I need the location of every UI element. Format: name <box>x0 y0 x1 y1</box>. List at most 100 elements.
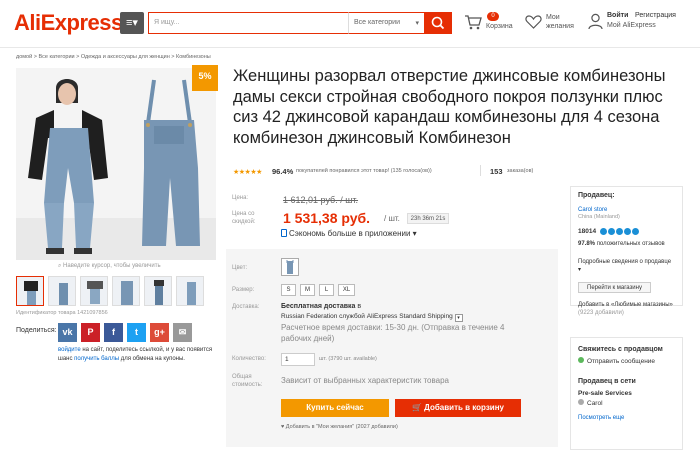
discount-price-label: Цена со скидкой: <box>232 211 256 225</box>
size-option-xl[interactable]: XL <box>338 284 355 296</box>
discount-price: 1 531,38 руб. <box>283 210 371 226</box>
points-promo-link[interactable]: получить баллы <box>74 356 119 362</box>
product-id: Идентификатор товара 1421097856 <box>16 310 108 316</box>
positive-text: положительных отзывов <box>596 241 665 247</box>
product-main-image[interactable] <box>16 68 216 260</box>
seller-medals <box>600 228 639 235</box>
heart-icon[interactable] <box>525 14 542 34</box>
aliexpress-logo[interactable]: AliExpress <box>14 10 123 36</box>
medal-icon <box>616 228 623 235</box>
seller-score: 18014 <box>578 228 597 235</box>
thumbnail[interactable] <box>80 276 108 306</box>
app-savings-text: Сэкономь больше в приложении ▾ <box>289 229 417 238</box>
favorite-store-text: Добавить в «Любимые магазины» <box>578 302 673 308</box>
phone-icon <box>281 229 287 237</box>
quantity-available: шт. (3790 шт. available) <box>319 356 377 362</box>
send-message-link[interactable]: Отправить сообщение <box>578 357 655 365</box>
category-select-value: Все категории <box>354 19 400 26</box>
size-option-m[interactable]: M <box>300 284 315 296</box>
favorite-store-link[interactable]: Добавить в «Любимые магазины» (9223 доба… <box>578 301 678 317</box>
thumbnail[interactable] <box>48 276 76 306</box>
price-label: Цена: <box>232 195 249 201</box>
size-selector: S M L XL <box>281 284 355 296</box>
cart-link[interactable]: Корзина <box>486 23 513 30</box>
category-select[interactable]: Все категории ▾ <box>348 12 424 34</box>
facebook-share-button[interactable]: f <box>104 323 123 342</box>
goto-store-button[interactable]: Перейти к магазину <box>578 282 651 293</box>
agent-name: Carol <box>587 400 603 407</box>
my-aliexpress-link[interactable]: Мой AliExpress <box>607 22 656 29</box>
online-status-icon <box>578 357 584 363</box>
positive-percent: 97.8% <box>578 241 596 247</box>
category-menu-button[interactable]: ≡▾ <box>120 12 144 34</box>
add-to-wishlist-text: Добавить в "Мои желания" (2027 добавили) <box>285 424 398 430</box>
agent-link[interactable]: Carol <box>578 399 603 407</box>
countdown-timer: 23h 36m 21s <box>407 213 449 224</box>
free-shipping-tail: в <box>355 303 362 310</box>
twitter-share-button[interactable]: t <box>127 323 146 342</box>
google-plus-share-button[interactable]: g+ <box>150 323 169 342</box>
buy-now-button[interactable]: Купить сейчас <box>281 399 389 417</box>
login-promo-link[interactable]: войдите <box>58 347 81 353</box>
wishlist-link[interactable]: Мои желания <box>546 13 586 31</box>
color-swatch[interactable] <box>281 258 299 276</box>
add-to-cart-button[interactable]: 🛒 Добавить в корзину <box>395 399 521 417</box>
favorite-store-count: (9223 добавили) <box>578 310 624 316</box>
quantity-label: Количество: <box>232 356 266 362</box>
search-button[interactable] <box>424 12 452 34</box>
thumbnail[interactable] <box>144 276 172 306</box>
delivery-time: Расчетное время доставки: 15-30 дн. (Отп… <box>281 323 505 343</box>
pinterest-share-button[interactable]: P <box>81 323 100 342</box>
register-link[interactable]: Регистрация <box>635 12 676 19</box>
chevron-down-icon[interactable]: ▾ <box>454 314 463 322</box>
quantity-input[interactable]: 1 <box>281 353 315 366</box>
seller-details-toggle[interactable]: Подробные сведения о продавце ▾ <box>578 258 673 274</box>
orders-count: 153 <box>490 167 503 176</box>
thumbnail[interactable] <box>16 276 44 306</box>
thumbnail[interactable] <box>112 276 140 306</box>
share-promo-text: войдите на сайт, поделитесь ссылкой, и у… <box>58 346 218 364</box>
user-icon[interactable] <box>588 13 603 35</box>
rating-text[interactable]: покупателей понравился этот товар! (135 … <box>296 168 432 174</box>
total-value: Зависит от выбранных характеристик товар… <box>281 376 449 385</box>
zoom-hint: ⌕ Наведите курсор, чтобы увеличить <box>58 263 161 270</box>
share-buttons: vk P f t g+ ✉ <box>58 323 192 342</box>
app-savings-link[interactable]: Сэкономь больше в приложении ▾ <box>281 229 417 238</box>
cart-icon[interactable] <box>464 14 482 30</box>
thumbnail-strip <box>16 276 216 306</box>
send-message-text: Отправить сообщение <box>587 358 656 365</box>
old-price: 1 612,01 руб. / шт. <box>283 195 359 205</box>
add-to-cart-label: Добавить в корзину <box>424 403 505 412</box>
thumbnail[interactable] <box>176 276 204 306</box>
share-label: Поделиться: <box>16 327 57 334</box>
zoom-hint-text: Наведите курсор, чтобы увеличить <box>63 263 161 269</box>
discount-badge: 5% <box>192 65 218 91</box>
promo-tail: для обмена на купоны. <box>119 356 185 362</box>
shipping-method[interactable]: Russian Federation службой AliExpress St… <box>281 313 463 322</box>
total-label: Общая стоимость: <box>232 374 263 388</box>
breadcrumb[interactable]: домой > Все категории > Одежда и аксессу… <box>16 54 211 60</box>
cart-count-badge: 0 <box>487 12 499 21</box>
store-country: China (Mainland) <box>578 214 620 220</box>
store-name-link[interactable]: Carol store <box>578 207 607 213</box>
size-option-s[interactable]: S <box>281 284 296 296</box>
email-share-button[interactable]: ✉ <box>173 323 192 342</box>
seller-heading: Продавец: <box>578 192 615 199</box>
medal-icon <box>600 228 607 235</box>
vk-share-button[interactable]: vk <box>58 323 77 342</box>
orders-label: заказа(ов) <box>507 168 534 174</box>
contact-heading: Свяжитесь с продавцом <box>578 346 663 353</box>
login-link[interactable]: Войти <box>607 12 628 19</box>
see-more-link[interactable]: Посмотреть еще <box>578 415 624 421</box>
search-input[interactable]: Я ищу... <box>148 12 348 34</box>
cart-icon: 🛒 <box>411 403 425 412</box>
color-label: Цвет: <box>232 265 248 271</box>
presale-services: Pre-sale Services <box>578 390 632 397</box>
purchase-options-panel <box>226 249 558 447</box>
product-title: Женщины разорвал отверстие джинсовые ком… <box>233 67 666 147</box>
divider <box>480 165 481 176</box>
free-shipping-text: Бесплатная доставка в <box>281 303 361 310</box>
medal-icon <box>624 228 631 235</box>
size-option-l[interactable]: L <box>319 284 334 296</box>
add-to-wishlist-link[interactable]: ♥ Добавить в "Мои желания" (2027 добавил… <box>281 424 398 430</box>
